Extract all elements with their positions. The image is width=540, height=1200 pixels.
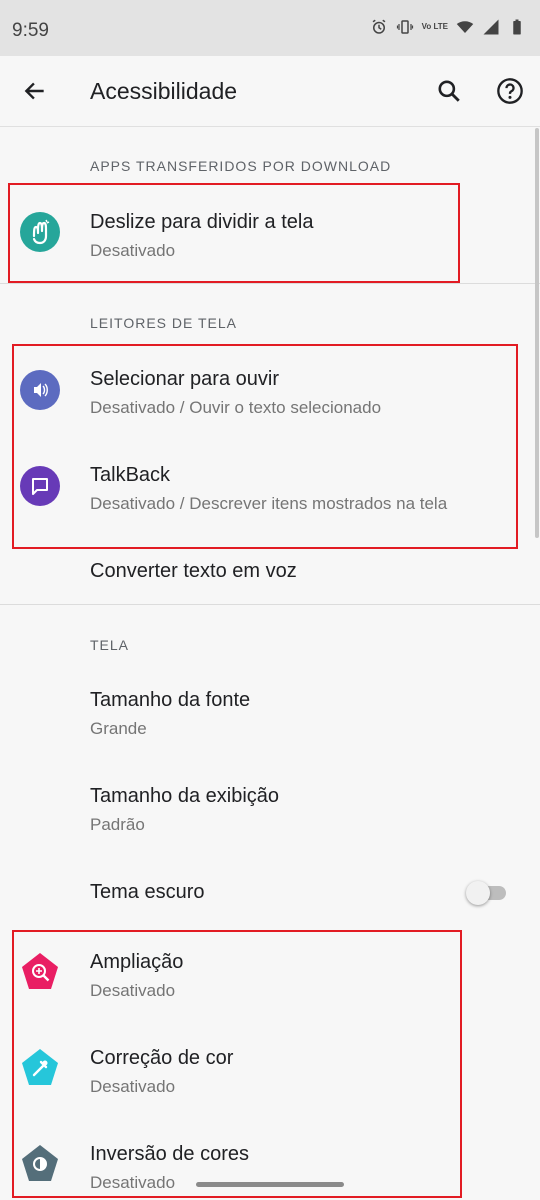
toggle-knob: [466, 881, 490, 905]
volte-icon: Vo LTE: [421, 22, 448, 31]
list-item-dark-theme[interactable]: Tema escuro: [0, 860, 540, 926]
item-subtitle: Grande: [90, 719, 147, 738]
search-icon[interactable]: [436, 78, 462, 104]
divider: [0, 283, 540, 284]
list-item-display-size[interactable]: Tamanho da exibição Padrão: [0, 764, 540, 860]
status-time: 9:59: [12, 20, 49, 41]
item-subtitle: Padrão: [90, 815, 145, 834]
wifi-icon: [456, 21, 474, 33]
item-title: Tamanho da exibição: [90, 785, 280, 807]
list-item-text-to-speech[interactable]: Converter texto em voz: [0, 540, 540, 602]
scrollbar[interactable]: [535, 128, 539, 538]
highlight-box-screen-readers: [12, 344, 518, 549]
signal-icon: [483, 19, 499, 35]
battery-icon: [513, 19, 521, 35]
item-title: Tamanho da fonte: [90, 689, 251, 711]
status-icons: Vo LTE: [370, 18, 526, 36]
help-icon[interactable]: [496, 77, 524, 105]
item-title: Converter texto em voz: [90, 560, 297, 582]
app-bar: Acessibilidade: [0, 56, 540, 127]
section-header-downloaded-apps: APPS TRANSFERIDOS POR DOWNLOAD: [90, 158, 392, 174]
dark-theme-toggle[interactable]: [466, 880, 508, 905]
status-bar: 9:59 Vo LTE: [0, 0, 540, 56]
list-item-font-size[interactable]: Tamanho da fonte Grande: [0, 668, 540, 764]
alarm-icon: [372, 19, 386, 34]
highlight-box-color-tools: [12, 930, 462, 1198]
section-header-screen-readers: LEITORES DE TELA: [90, 315, 237, 331]
vibrate-icon: [396, 20, 413, 34]
gesture-nav-handle[interactable]: [196, 1182, 344, 1187]
divider: [0, 604, 540, 605]
section-header-display: TELA: [90, 637, 130, 653]
page-title: Acessibilidade: [90, 78, 238, 104]
highlight-box-downloaded-app: [8, 183, 460, 283]
item-title: Tema escuro: [90, 881, 205, 903]
arrow-back-icon[interactable]: [22, 78, 48, 104]
